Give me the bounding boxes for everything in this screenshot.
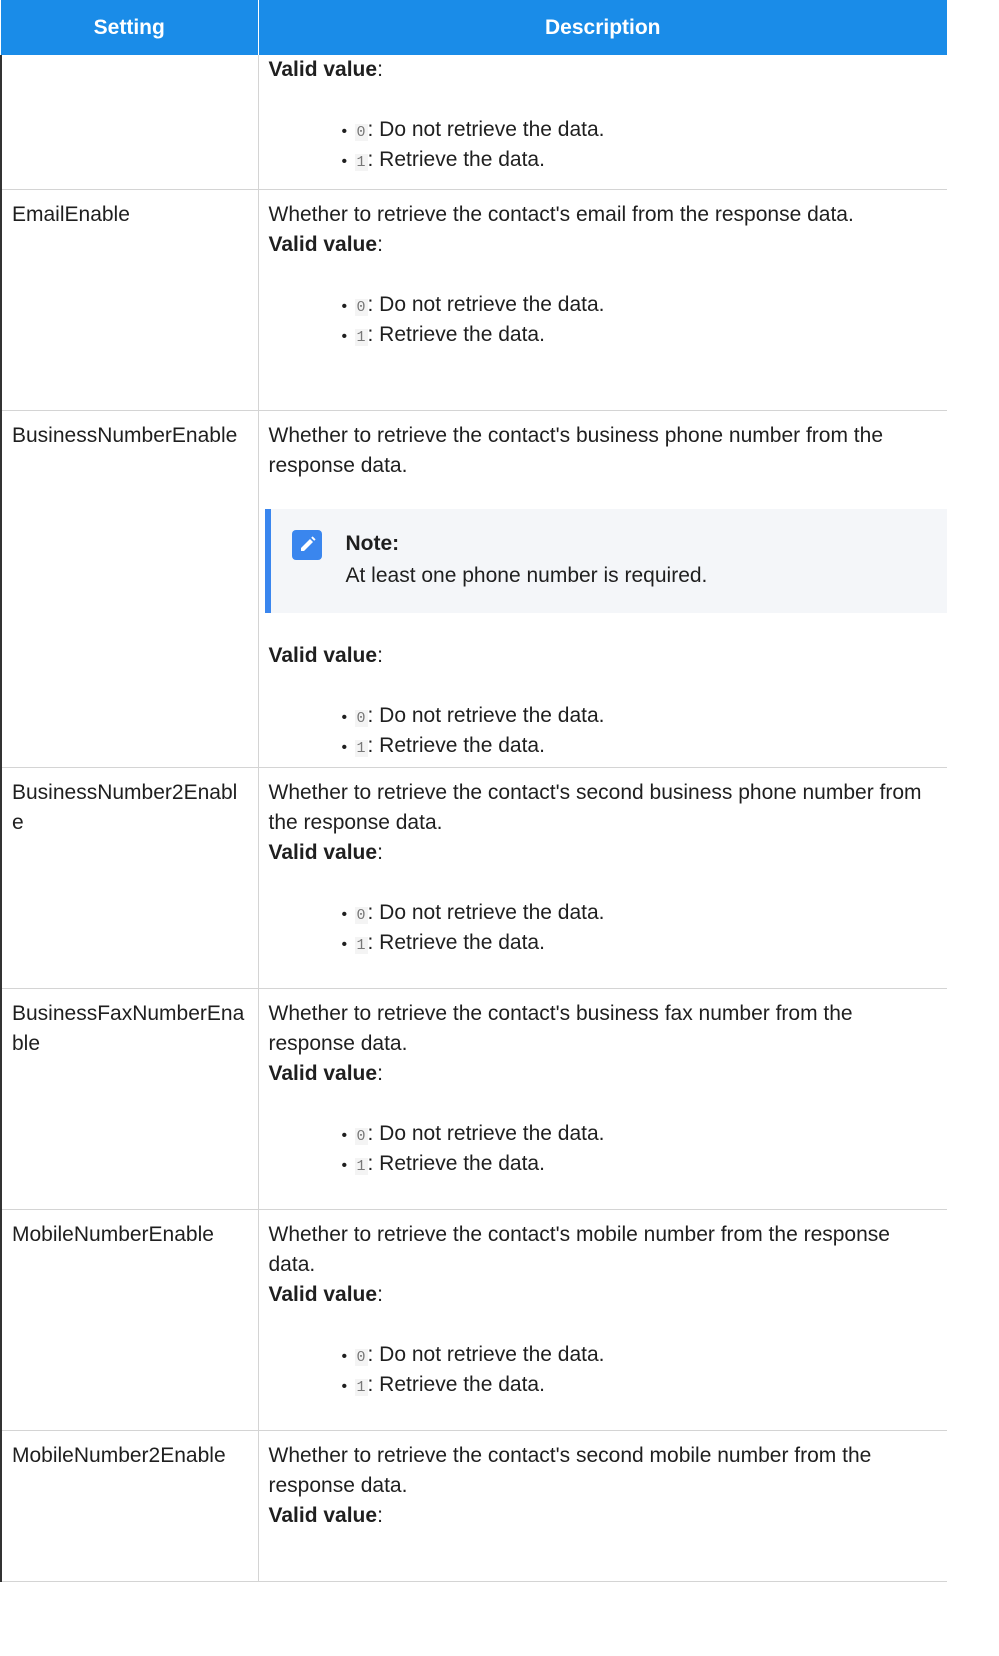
description-cell: Valid value: • 0: Do not retrieve the dat…	[257, 55, 948, 190]
description-cell: Whether to retrieve the contact's second…	[257, 767, 948, 989]
value-code: 0	[354, 1349, 368, 1366]
list-item: • 1: Retrieve the data.	[342, 1149, 948, 1179]
value-code: 0	[354, 124, 368, 141]
bullet-icon: •	[341, 739, 348, 756]
table-row: MobileNumber2Enable Whether to retrieve …	[0, 1430, 947, 1582]
bullet-icon: •	[341, 906, 348, 923]
bullet-icon: •	[341, 123, 348, 140]
note-callout: Note: At least one phone number is requi…	[264, 509, 947, 613]
valid-value-label: Valid value:	[268, 233, 383, 256]
column-header-setting: Setting	[1, 0, 258, 55]
list-item: • 1: Retrieve the data.	[342, 320, 948, 350]
setting-cell: EmailEnable	[0, 189, 259, 411]
valid-value-label: Valid value:	[268, 1504, 383, 1527]
bullet-icon: •	[341, 1127, 348, 1144]
description-cell: Whether to retrieve the contact's busine…	[257, 988, 948, 1210]
list-item: • 0: Do not retrieve the data.	[342, 1340, 948, 1370]
bullet-icon: •	[341, 1157, 348, 1174]
description-text: Whether to retrieve the contact's second…	[268, 781, 922, 834]
description-cell: Whether to retrieve the contact's second…	[257, 1430, 947, 1582]
list-item: • 0: Do not retrieve the data.	[342, 115, 948, 145]
note-title: Note:	[345, 532, 400, 555]
list-item: • 1: Retrieve the data.	[342, 928, 948, 958]
description-cell: Whether to retrieve the contact's mobile…	[257, 1209, 948, 1431]
valid-value-label: Valid value:	[268, 1062, 383, 1085]
description-text: Whether to retrieve the contact's email …	[268, 203, 854, 226]
list-item: • 0: Do not retrieve the data.	[342, 1119, 948, 1149]
valid-value-label: Valid value:	[268, 1283, 383, 1306]
value-code: 1	[354, 1158, 368, 1175]
bullet-icon: •	[341, 936, 348, 953]
table-row: BusinessFaxNumberEnable Whether to retri…	[0, 988, 948, 1210]
bullet-icon: •	[341, 153, 348, 170]
list-item: • 0: Do not retrieve the data.	[342, 290, 948, 320]
bullet-icon: •	[341, 328, 348, 345]
list-item: • 1: Retrieve the data.	[342, 1370, 948, 1400]
value-code: 0	[354, 710, 368, 727]
value-code: 0	[354, 299, 368, 316]
description-text: Whether to retrieve the contact's mobile…	[268, 1223, 890, 1276]
settings-table: Setting Description Valid value: • 0: Do …	[0, 0, 947, 1582]
bullet-icon: •	[341, 1378, 348, 1395]
valid-values-list: • 0: Do not retrieve the data. • 1: Retrie…	[269, 115, 948, 175]
table-row: BusinessNumberEnable Whether to retrieve…	[0, 410, 948, 768]
valid-values-list: • 0: Do not retrieve the data. • 1: Retrie…	[269, 1119, 948, 1179]
valid-value-label: Valid value:	[268, 841, 383, 864]
value-code: 1	[354, 937, 368, 954]
list-item: • 0: Do not retrieve the data.	[342, 701, 948, 731]
value-code: 1	[354, 740, 368, 757]
setting-cell: BusinessNumberEnable	[0, 410, 259, 768]
table-row: Valid value: • 0: Do not retrieve the dat…	[0, 55, 948, 190]
note-body: At least one phone number is required.	[345, 564, 708, 587]
setting-cell: MobileNumber2Enable	[0, 1430, 259, 1582]
bullet-icon: •	[341, 709, 348, 726]
value-code: 1	[354, 1379, 368, 1396]
value-code: 0	[354, 1128, 368, 1145]
description-text: Whether to retrieve the contact's busine…	[268, 1002, 853, 1055]
valid-values-list: • 0: Do not retrieve the data. • 1: Retrie…	[269, 898, 948, 958]
table-header: Setting Description	[1, 0, 947, 55]
valid-value-label: Valid value:	[268, 644, 383, 667]
setting-cell: MobileNumberEnable	[0, 1209, 259, 1431]
valid-values-list: • 0: Do not retrieve the data. • 1: Retrie…	[269, 1340, 948, 1400]
value-code: 0	[354, 907, 368, 924]
bullet-icon: •	[341, 1348, 348, 1365]
list-item: • 0: Do not retrieve the data.	[342, 898, 948, 928]
valid-values-list: • 0: Do not retrieve the data. • 1: Retrie…	[269, 290, 948, 350]
table-row: EmailEnable Whether to retrieve the cont…	[0, 189, 948, 411]
value-code: 1	[354, 329, 368, 346]
description-cell: Whether to retrieve the contact's email …	[257, 189, 948, 411]
value-code: 1	[354, 154, 368, 171]
list-item: • 1: Retrieve the data.	[342, 731, 948, 761]
description-cell: Whether to retrieve the contact's busine…	[257, 410, 948, 768]
bullet-icon: •	[341, 298, 348, 315]
table-row: BusinessNumber2Enable Whether to retriev…	[0, 767, 948, 989]
valid-values-list: • 0: Do not retrieve the data. • 1: Retrie…	[269, 701, 948, 761]
table-row: MobileNumberEnable Whether to retrieve t…	[0, 1209, 948, 1431]
valid-value-label: Valid value:	[268, 58, 383, 81]
column-header-description: Description	[257, 0, 947, 55]
description-text: Whether to retrieve the contact's busine…	[268, 424, 884, 477]
list-item: • 1: Retrieve the data.	[342, 145, 948, 175]
description-text: Whether to retrieve the contact's second…	[268, 1444, 872, 1497]
setting-cell: BusinessFaxNumberEnable	[0, 988, 259, 1210]
setting-cell: BusinessNumber2Enable	[0, 767, 259, 989]
pencil-note-icon	[291, 530, 322, 560]
setting-cell	[0, 55, 259, 190]
